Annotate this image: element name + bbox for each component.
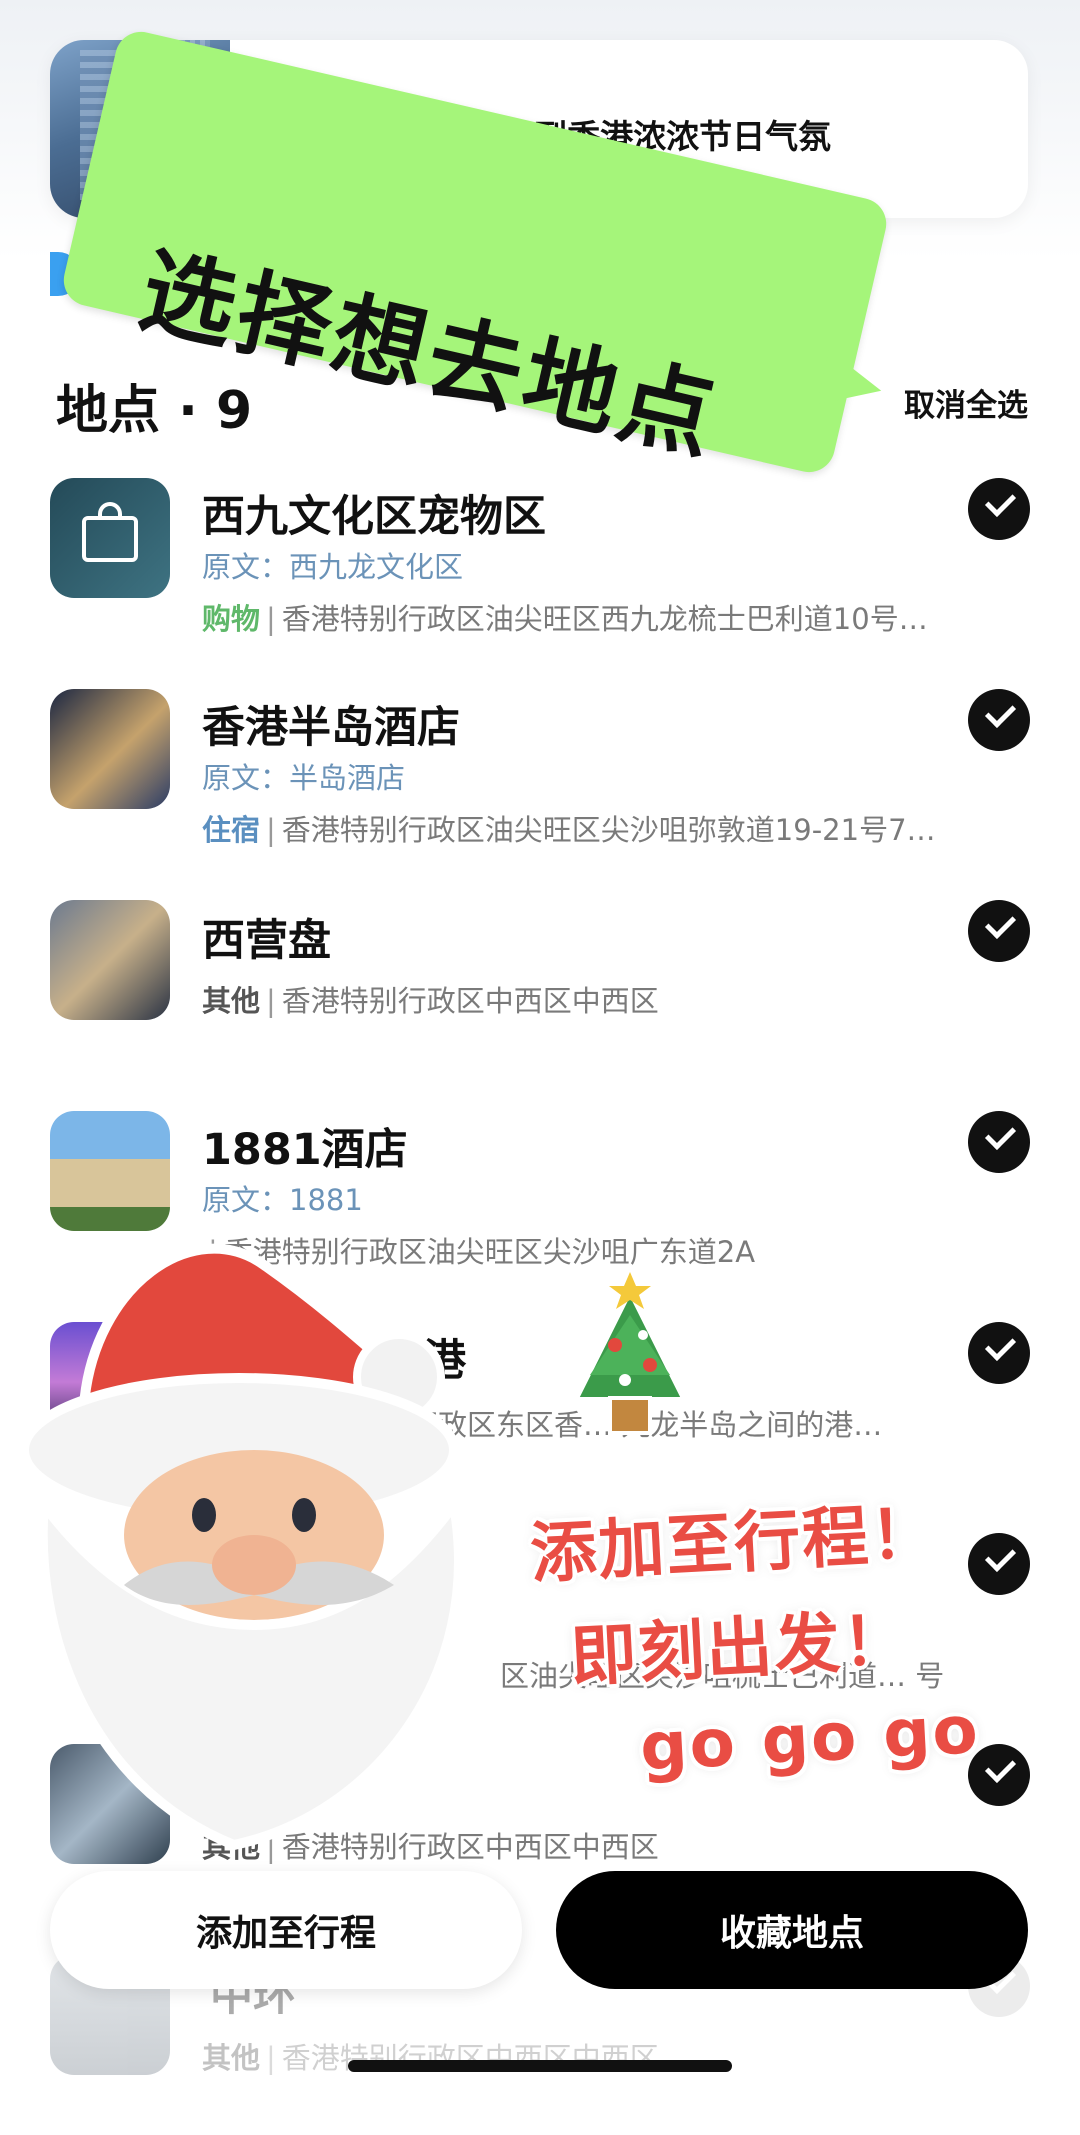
checkmark-icon[interactable]: [968, 900, 1030, 962]
place-address: 香港特别行政区油尖旺区尖沙咀弥敦道19-21号7…: [281, 813, 936, 847]
checkmark-icon[interactable]: [968, 689, 1030, 751]
shopping-bag-icon: [82, 502, 138, 562]
place-meta: 购物 | 香港特别行政区油尖旺区西九龙梳士巴利道10号…: [202, 602, 928, 636]
place-category: 其他: [202, 2041, 261, 2075]
place-name: 香港半岛酒店: [202, 703, 460, 753]
place-address: 香港特别行政区中西区中西区: [281, 984, 659, 1018]
christmas-tree-icon: [570, 1272, 690, 1435]
checkmark-icon[interactable]: [968, 1533, 1030, 1595]
place-name: 西营盘: [202, 916, 331, 966]
place-name: 西九文化区宠物区: [202, 492, 546, 542]
bottom-action-bar: 添加至行程 收藏地点: [0, 1855, 1080, 2005]
checkmark-icon[interactable]: [968, 478, 1030, 540]
place-meta: 住宿 | 香港特别行政区油尖旺区尖沙咀弥敦道19-21号7…: [202, 813, 936, 847]
sticker-text-line2: 即刻出发！: [568, 1601, 913, 1696]
place-category: 购物: [202, 602, 261, 636]
home-indicator: [348, 2060, 732, 2072]
list-item[interactable]: 香港半岛酒店 原文：半岛酒店 住宿 | 香港特别行政区油尖旺区尖沙咀弥敦道19-21…: [50, 689, 1030, 869]
list-item[interactable]: 西营盘 其他 | 香港特别行政区中西区中西区: [50, 900, 1030, 1080]
place-thumbnail: [50, 689, 170, 809]
place-meta: 其他|香港特别行政区中西区中西区: [202, 984, 659, 1018]
place-thumbnail: [50, 900, 170, 1020]
checkmark-icon[interactable]: [968, 1111, 1030, 1173]
place-category: 其他: [202, 984, 261, 1018]
list-item[interactable]: 西九文化区宠物区 原文：西九龙文化区 购物 | 香港特别行政区油尖旺区西九龙梳士巴利…: [50, 478, 1030, 658]
place-address: 香港特别行政区油尖旺区西九龙梳士巴利道10号…: [281, 602, 928, 636]
place-original-name: 原文：半岛酒店: [202, 761, 406, 795]
deselect-all-button[interactable]: 取消全选: [904, 380, 1028, 425]
place-thumbnail: [50, 478, 170, 598]
save-places-button[interactable]: 收藏地点: [556, 1871, 1028, 1989]
places-section-title: 地点 · 9: [56, 381, 253, 441]
checkmark-icon[interactable]: [968, 1322, 1030, 1384]
santa-sticker-icon: [19, 1243, 464, 1851]
place-category: 住宿: [202, 813, 261, 847]
place-name: 1881酒店: [202, 1125, 408, 1175]
add-to-itinerary-button[interactable]: 添加至行程: [50, 1871, 522, 1989]
place-original-name: 原文：西九龙文化区: [202, 550, 464, 584]
